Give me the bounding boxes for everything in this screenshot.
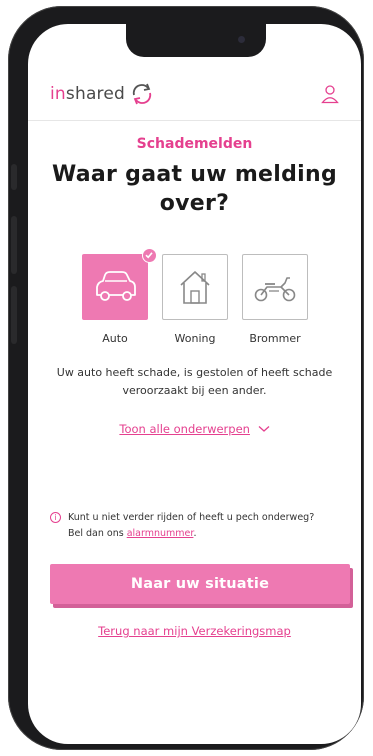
option-tile-brommer[interactable] [242,254,308,320]
option-description: Uw auto heeft schade, is gestolen of hee… [56,366,333,397]
phone-screen: inshared Schademelden Waar gaat uw meldi… [28,24,361,744]
info-icon: i [50,512,61,523]
chevron-down-icon [258,426,270,432]
option-label-auto: Auto [102,332,128,345]
info-line-1: Kunt u niet verder rijden of heeft u pec… [68,512,315,523]
front-camera [238,36,245,43]
volume-down-button [11,286,17,344]
back-to-policy-folder-link[interactable]: Terug naar mijn Verzekeringsmap [28,624,361,638]
breakdown-info-text: Kunt u niet verder rijden of heeft u pec… [68,510,350,542]
logo-suffix: shared [65,84,126,104]
continue-button[interactable]: Naar uw situatie [50,564,350,604]
scooter-icon [254,277,296,302]
header-divider [28,120,361,121]
app-header: inshared [28,80,361,116]
logo-swirl-icon [132,83,152,105]
volume-up-button [11,216,17,274]
info-line-2-prefix: Bel dan ons [68,528,127,539]
logo-prefix: in [50,84,66,104]
car-icon [96,271,136,301]
checkmark-icon [142,248,157,263]
phone-frame: inshared Schademelden Waar gaat uw meldi… [8,6,364,750]
info-line-2-suffix: . [193,528,197,539]
show-all-subjects[interactable]: Toon alle onderwerpen [28,422,361,436]
inshared-logo[interactable]: inshared [50,84,125,104]
user-icon[interactable] [321,84,339,104]
option-label-brommer: Brommer [249,332,301,345]
page-title: Waar gaat uw melding over? [51,162,338,216]
notch [126,24,266,57]
alarm-number-link[interactable]: alarmnummer [127,528,194,539]
option-label-woning: Woning [174,332,216,345]
mute-switch [11,164,17,190]
option-tile-woning[interactable] [162,254,228,320]
house-icon [180,271,210,304]
show-all-subjects-link[interactable]: Toon alle onderwerpen [119,422,250,436]
section-eyebrow: Schademelden [136,136,253,152]
option-tile-auto[interactable] [82,254,148,320]
